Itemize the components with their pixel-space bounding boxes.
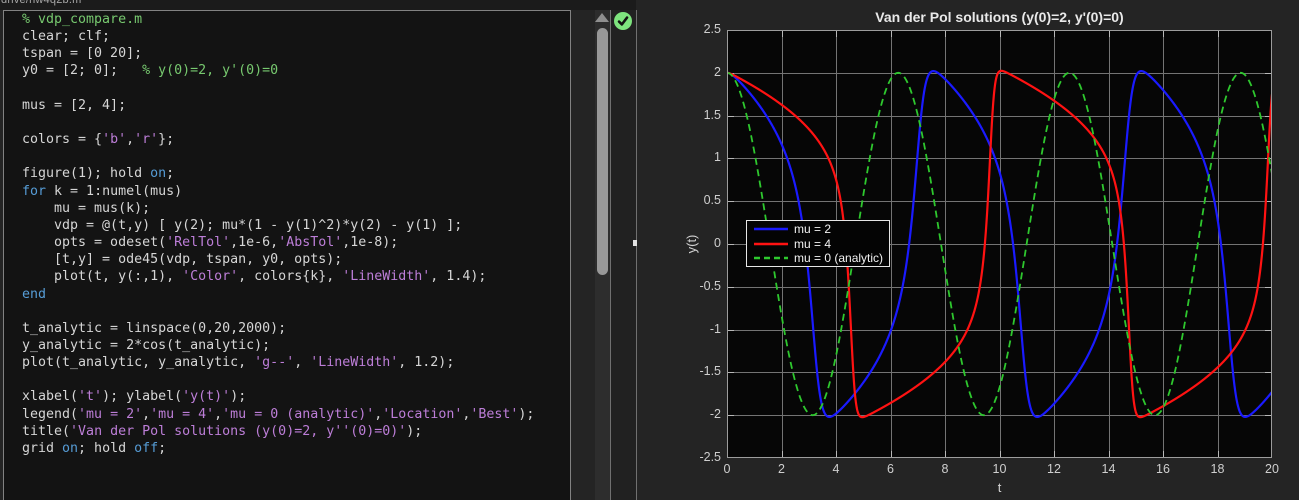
legend-line-sample [751, 239, 791, 249]
code-line: y0 = [2; 0]; % y(0)=2, y'(0)=0 [22, 62, 534, 79]
x-tick-label: 20 [1252, 462, 1292, 476]
y-tick-label: 0.5 [671, 193, 721, 207]
legend-entry: mu = 4 [747, 237, 889, 251]
code-line [22, 80, 534, 97]
legend-line-sample [751, 253, 791, 263]
legend-label: mu = 4 [794, 237, 831, 251]
legend-entry: mu = 2 [747, 222, 889, 236]
code-line: vdp = @(t,y) [ y(2); mu*(1 - y(1)^2)*y(2… [22, 217, 534, 234]
plot-legend: mu = 2mu = 4mu = 0 (analytic) [746, 220, 890, 267]
x-tick-label: 0 [707, 462, 747, 476]
code-line: xlabel('t'); ylabel('y(t)'); [22, 388, 534, 405]
code-line: for k = 1:numel(mus) [22, 183, 534, 200]
file-tab[interactable]: drive/hw4q2b.m [1, 0, 81, 6]
code-analyzer-check-icon [614, 12, 632, 30]
code-line: title('Van der Pol solutions (y(0)=2, y'… [22, 423, 534, 440]
x-tick-label: 8 [925, 462, 965, 476]
y-tick-label: -0.5 [671, 279, 721, 293]
code-line: y_analytic = 2*cos(t_analytic); [22, 337, 534, 354]
code-line: mus = [2, 4]; [22, 97, 534, 114]
legend-entry: mu = 0 (analytic) [747, 251, 889, 265]
analyzer-gutter [611, 10, 636, 500]
x-tick-label: 2 [762, 462, 802, 476]
y-tick-label: 1 [671, 150, 721, 164]
code-editor[interactable]: % vdp_compare.mclear; clf;tspan = [0 20]… [3, 10, 571, 500]
x-tick-label: 18 [1198, 462, 1238, 476]
y-tick-label: 1.5 [671, 108, 721, 122]
code-line [22, 303, 534, 320]
y-tick-label: 2.5 [671, 22, 721, 36]
legend-label: mu = 0 (analytic) [794, 251, 883, 265]
code-lines: % vdp_compare.mclear; clf;tspan = [0 20]… [22, 11, 534, 457]
x-tick-label: 6 [871, 462, 911, 476]
x-tick-label: 4 [816, 462, 856, 476]
code-line: mu = mus(k); [22, 200, 534, 217]
x-tick-label: 14 [1089, 462, 1129, 476]
code-line: figure(1); hold on; [22, 165, 534, 182]
x-tick-label: 10 [980, 462, 1020, 476]
y-tick-label: -1 [671, 322, 721, 336]
code-line: opts = odeset('RelTol',1e-6,'AbsTol',1e-… [22, 234, 534, 251]
plot-title: Van der Pol solutions (y(0)=2, y'(0)=0) [727, 9, 1272, 25]
y-tick-label: -1.5 [671, 364, 721, 378]
y-tick-label: -2.5 [671, 450, 721, 464]
y-tick-label: -2 [671, 407, 721, 421]
code-line: clear; clf; [22, 28, 534, 45]
editor-tab-strip: drive/hw4q2b.m [0, 0, 636, 10]
code-line [22, 148, 534, 165]
code-line [22, 371, 534, 388]
code-line: t_analytic = linspace(0,20,2000); [22, 320, 534, 337]
scrollbar-thumb[interactable] [597, 28, 608, 275]
legend-line-sample [751, 224, 791, 234]
code-line: % vdp_compare.m [22, 11, 534, 28]
legend-label: mu = 2 [794, 222, 831, 236]
scroll-up-arrow-icon[interactable] [595, 13, 609, 22]
code-line: grid on; hold off; [22, 440, 534, 457]
y-tick-label: 2 [671, 65, 721, 79]
code-line: end [22, 286, 534, 303]
code-line: legend('mu = 2','mu = 4','mu = 0 (analyt… [22, 406, 534, 423]
code-line: plot(t, y(:,1), 'Color', colors{k}, 'Lin… [22, 268, 534, 285]
x-axis-label: t [727, 480, 1272, 495]
matlab-online-workspace: drive/hw4q2b.m % vdp_compare.mclear; clf… [0, 0, 1299, 500]
x-tick-label: 16 [1143, 462, 1183, 476]
splitter-handle[interactable] [633, 240, 637, 246]
checkmark-icon [614, 12, 632, 30]
code-line [22, 114, 534, 131]
x-tick-label: 12 [1034, 462, 1074, 476]
y-axis-label: y(t) [684, 224, 700, 264]
code-line: [t,y] = ode45(vdp, tspan, y0, opts); [22, 251, 534, 268]
code-line: plot(t_analytic, y_analytic, 'g--', 'Lin… [22, 354, 534, 371]
code-line: tspan = [0 20]; [22, 45, 534, 62]
code-line: colors = {'b','r'}; [22, 131, 534, 148]
